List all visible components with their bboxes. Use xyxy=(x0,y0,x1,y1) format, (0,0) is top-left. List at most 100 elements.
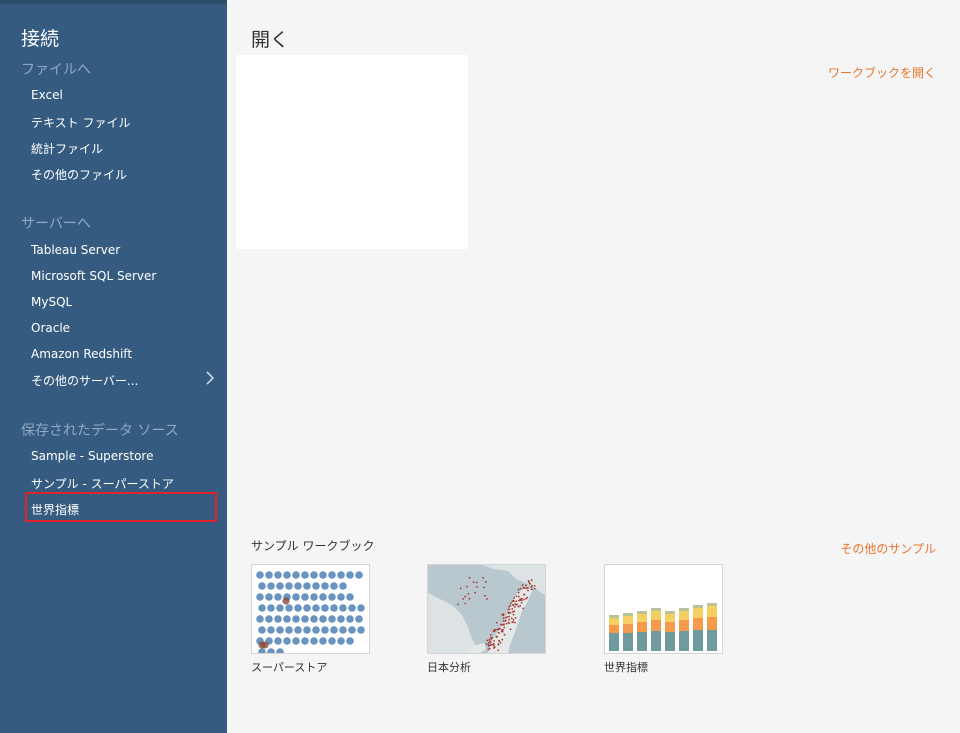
scatter-dot xyxy=(265,615,273,623)
sample-world-indicators-thumbnail[interactable] xyxy=(604,564,723,654)
map-dot xyxy=(488,647,491,650)
scatter-dot xyxy=(357,626,365,634)
sidebar-item-tableau-server[interactable]: Tableau Server xyxy=(31,243,120,257)
map-dot xyxy=(527,589,529,592)
scatter-dot xyxy=(285,582,293,590)
scatter-dot xyxy=(319,637,327,645)
map-dot xyxy=(497,631,500,634)
sidebar-item-excel[interactable]: Excel xyxy=(31,88,63,102)
map-dot xyxy=(507,612,510,615)
sidebar-item-other-files[interactable]: その他のファイル xyxy=(31,166,127,183)
scatter-dot xyxy=(274,571,282,579)
scatter-dot xyxy=(276,582,284,590)
map-dot xyxy=(488,638,491,641)
map-dot xyxy=(510,617,513,620)
map-dot xyxy=(495,635,498,638)
scatter-dot xyxy=(346,593,354,601)
recent-workbooks-panel xyxy=(236,55,468,249)
scatter-dot xyxy=(292,571,300,579)
map-dot xyxy=(467,593,470,595)
scatter-dot xyxy=(276,626,284,634)
map-dot xyxy=(500,624,502,626)
map-dot xyxy=(472,581,475,584)
scatter-dot xyxy=(346,571,354,579)
sample-superstore-thumbnail[interactable] xyxy=(251,564,370,654)
scatter-dot xyxy=(265,571,273,579)
map-dot xyxy=(503,633,506,636)
map-dot xyxy=(501,638,504,641)
sidebar-item-amazon-redshift[interactable]: Amazon Redshift xyxy=(31,347,132,361)
scatter-dot xyxy=(283,615,291,623)
bar-segment xyxy=(637,614,647,622)
bar-segment xyxy=(693,608,703,618)
map-dot xyxy=(523,598,525,601)
map-dot xyxy=(522,607,525,610)
sidebar-item-statistical-file[interactable]: 統計ファイル xyxy=(31,140,103,157)
scatter-dot xyxy=(294,582,302,590)
sidebar-title: 接続 xyxy=(21,28,60,50)
bar-segment xyxy=(609,618,619,625)
bar-segment xyxy=(623,633,633,651)
scatter-dot xyxy=(328,615,336,623)
sample-japan-thumbnail[interactable] xyxy=(427,564,546,654)
map-dot xyxy=(519,587,522,590)
chevron-right-icon[interactable] xyxy=(203,370,217,386)
scatter-dot xyxy=(267,604,275,612)
map-dot xyxy=(476,586,478,588)
map-dot xyxy=(521,584,524,586)
map-dot xyxy=(523,593,525,596)
scatter-dot xyxy=(292,593,300,601)
map-dot xyxy=(511,621,514,624)
bar-segment xyxy=(651,608,661,611)
map-dot xyxy=(484,594,487,597)
map-dot xyxy=(502,620,505,622)
bar-segment xyxy=(707,603,717,606)
scatter-dot xyxy=(303,604,311,612)
scatter-dot xyxy=(337,593,345,601)
bar-segment xyxy=(637,611,647,614)
scatter-dot xyxy=(330,582,338,590)
sidebar-item-other-servers[interactable]: その他のサーバー... xyxy=(31,372,138,389)
sidebar-item-sample-superstore[interactable]: Sample - Superstore xyxy=(31,449,153,463)
bar-segment xyxy=(707,617,717,630)
sidebar-item-mysql[interactable]: MySQL xyxy=(31,295,72,309)
open-workbook-link[interactable]: ワークブックを開く xyxy=(828,64,936,81)
bar-segment xyxy=(665,614,675,622)
map-dot xyxy=(503,626,506,629)
stacked-bar-thumbnail xyxy=(609,603,717,651)
map-dot xyxy=(509,628,512,631)
scatter-dot xyxy=(321,582,329,590)
scatter-dot xyxy=(283,571,291,579)
sidebar-item-sql-server[interactable]: Microsoft SQL Server xyxy=(31,269,156,283)
scatter-dot xyxy=(310,593,318,601)
scatter-dot xyxy=(328,593,336,601)
sidebar-item-sample-superstore-jp[interactable]: サンプル - スーパーストア xyxy=(31,475,174,492)
scatter-dot xyxy=(267,648,275,653)
map-dot xyxy=(512,599,515,602)
bar-segment xyxy=(693,618,703,630)
map-dot xyxy=(514,606,516,608)
map-dot xyxy=(493,640,495,642)
bar-segment xyxy=(679,608,689,611)
sidebar-top-bar xyxy=(0,0,227,4)
map-dot xyxy=(489,634,492,636)
map-dot xyxy=(493,643,495,645)
map-dot xyxy=(485,643,488,645)
bar-segment xyxy=(609,633,619,651)
scatter-dot xyxy=(303,582,311,590)
bar-segment xyxy=(609,615,619,618)
map-dot xyxy=(515,595,518,598)
map-dot xyxy=(512,604,515,607)
sidebar-item-text-file[interactable]: テキスト ファイル xyxy=(31,114,130,131)
more-samples-link[interactable]: その他のサンプル xyxy=(840,540,936,557)
map-dot xyxy=(459,587,462,590)
samples-title: サンプル ワークブック xyxy=(251,539,375,553)
scatter-dot xyxy=(330,604,338,612)
scatter-dot xyxy=(321,626,329,634)
bar-segment xyxy=(679,620,689,631)
japan-map-thumbnail xyxy=(428,565,545,653)
sidebar-item-oracle[interactable]: Oracle xyxy=(31,321,70,335)
scatter-dot xyxy=(337,615,345,623)
map-dot xyxy=(502,628,504,631)
map-dot xyxy=(516,603,519,606)
